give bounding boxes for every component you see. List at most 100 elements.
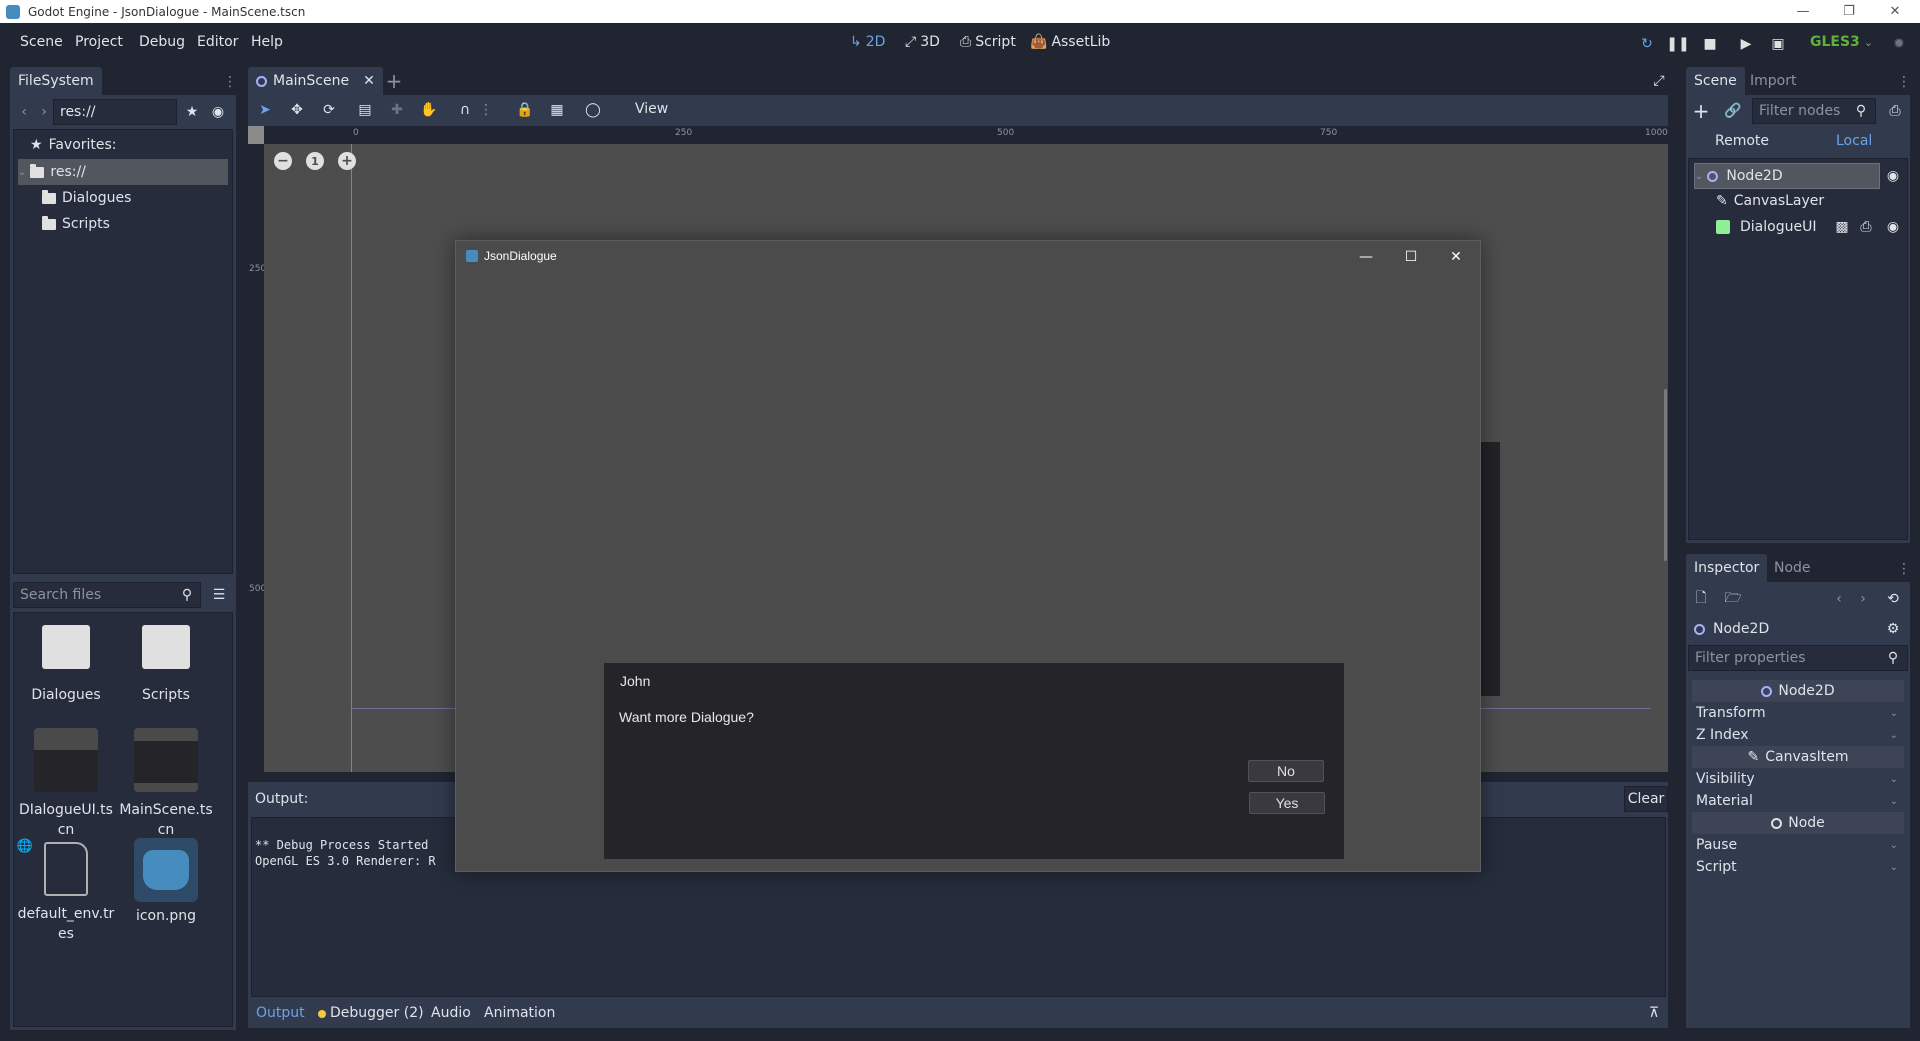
tab-mainscene[interactable]: MainScene ✕	[248, 67, 383, 95]
rotate-mode-icon[interactable]: ⟳	[318, 99, 340, 121]
view-menu[interactable]: View	[635, 101, 668, 117]
restore-button[interactable]: ❐	[1826, 0, 1872, 23]
open-folder-icon[interactable]: 🗁	[1722, 588, 1744, 610]
bone-icon[interactable]: ◯	[582, 99, 604, 121]
tab-animation[interactable]: Animation	[484, 1005, 555, 1021]
game-close-button[interactable]: ✕	[1441, 245, 1471, 269]
tree-item-scripts[interactable]: Scripts	[42, 211, 110, 237]
file-item[interactable]: Dialogues	[16, 625, 116, 703]
list-view-icon[interactable]: ☰	[208, 582, 230, 608]
workspace-script[interactable]: ⎙ Script	[960, 34, 1016, 50]
viewport-scrollbar[interactable]	[1664, 389, 1667, 561]
move-mode-icon[interactable]: ✥	[286, 99, 308, 121]
choice-yes-button[interactable]: Yes	[1249, 792, 1325, 814]
property-material[interactable]: Material ⌄	[1692, 790, 1904, 812]
forward-arrow-icon[interactable]: ›	[1854, 588, 1872, 610]
file-item[interactable]: MainScene.tscn	[116, 728, 216, 840]
workspace-assetlib[interactable]: 👜 AssetLib	[1030, 34, 1110, 50]
property-visibility[interactable]: Visibility ⌄	[1692, 768, 1904, 790]
workspace-2d[interactable]: ↳ 2D	[850, 34, 885, 50]
menu-editor[interactable]: Editor	[197, 34, 238, 50]
add-tab-icon[interactable]: +	[384, 67, 404, 95]
play-custom-scene-icon[interactable]: ▣	[1767, 33, 1789, 55]
pan-mode-icon[interactable]: ✋	[418, 99, 440, 121]
remote-tab[interactable]: Remote	[1715, 133, 1769, 149]
property-pause[interactable]: Pause ⌄	[1692, 834, 1904, 856]
tab-filesystem[interactable]: FileSystem	[10, 67, 102, 95]
tree-node-dialogueui[interactable]: DialogueUI	[1716, 214, 1816, 240]
tab-inspector[interactable]: Inspector	[1686, 554, 1768, 582]
tab-import[interactable]: Import	[1742, 67, 1804, 95]
instance-link-icon[interactable]: 🔗	[1722, 99, 1744, 123]
list-select-icon[interactable]: ▤	[354, 99, 376, 121]
property-script[interactable]: Script ⌄	[1692, 856, 1904, 878]
game-maximize-button[interactable]: ☐	[1396, 245, 1426, 269]
favorites-row[interactable]: ★ Favorites:	[30, 132, 117, 158]
minimize-button[interactable]: —	[1780, 0, 1826, 23]
game-minimize-button[interactable]: —	[1351, 245, 1381, 269]
dock-menu-icon[interactable]: ⋮	[1896, 557, 1912, 581]
file-item[interactable]: default_env.tres	[16, 842, 116, 944]
menu-project[interactable]: Project	[75, 34, 123, 50]
zoom-in-icon[interactable]: +	[338, 152, 356, 170]
attach-script-icon[interactable]: ⎙	[1884, 99, 1906, 123]
close-tab-icon[interactable]: ✕	[363, 73, 375, 89]
pause-icon[interactable]: ❚❚	[1666, 33, 1689, 55]
lock-icon[interactable]: 🔒	[514, 99, 536, 121]
workspace-3d[interactable]: ⤢ 3D	[905, 34, 940, 50]
file-item[interactable]: Scripts	[116, 625, 216, 703]
dock-menu-icon[interactable]: ⋮	[222, 70, 238, 94]
select-mode-icon[interactable]: ➤	[254, 99, 276, 121]
renderer-select[interactable]: GLES3 ⌄	[1810, 34, 1873, 50]
play-scene-icon[interactable]: ▶	[1735, 33, 1757, 55]
close-window-button[interactable]: ✕	[1872, 0, 1918, 23]
instanced-scene-icon[interactable]: ▩	[1832, 216, 1852, 238]
tab-debugger[interactable]: Debugger (2)	[330, 1005, 424, 1021]
dock-menu-icon[interactable]: ⋮	[1896, 70, 1912, 94]
star-icon[interactable]: ★	[182, 100, 202, 124]
file-item[interactable]: icon.png	[116, 838, 216, 924]
reload-icon[interactable]: ↻	[1636, 33, 1658, 55]
expand-panel-icon[interactable]: ⊼	[1645, 1003, 1663, 1023]
tree-item-res[interactable]: ⌄ res://	[18, 159, 228, 185]
search-files-input[interactable]: Search files	[13, 582, 201, 608]
stop-icon[interactable]: ■	[1699, 33, 1721, 55]
back-arrow-icon[interactable]: ‹	[16, 100, 32, 124]
tab-output[interactable]: Output	[256, 1005, 305, 1021]
new-resource-icon[interactable]: 🗋	[1690, 588, 1712, 610]
property-transform[interactable]: Transform ⌄	[1692, 702, 1904, 724]
forward-arrow-icon[interactable]: ›	[36, 100, 52, 124]
tab-node[interactable]: Node	[1766, 554, 1819, 582]
add-node-icon[interactable]: +	[1690, 99, 1712, 123]
visibility-eye-icon[interactable]: ◉	[1882, 216, 1904, 238]
zoom-reset-icon[interactable]: 1	[306, 152, 324, 170]
path-field[interactable]: res://	[53, 99, 177, 125]
filter-properties-input[interactable]: Filter properties	[1688, 645, 1908, 671]
back-arrow-icon[interactable]: ‹	[1830, 588, 1848, 610]
clear-button[interactable]: Clear	[1624, 786, 1668, 812]
game-window[interactable]: JsonDialogue — ☐ ✕ John Want more Dialog…	[455, 240, 1481, 872]
choice-no-button[interactable]: No	[1248, 760, 1324, 782]
eye-icon[interactable]: ◉	[208, 100, 228, 124]
distraction-free-icon[interactable]: ⤢	[1648, 70, 1670, 92]
tree-node-canvaslayer[interactable]: ✎ CanvasLayer	[1716, 188, 1824, 214]
group-icon[interactable]: ▦	[546, 99, 568, 121]
file-item[interactable]: DIalogueUI.tscn	[16, 728, 116, 840]
object-properties-icon[interactable]: ⚙	[1882, 618, 1904, 640]
menu-scene[interactable]: Scene	[20, 34, 63, 50]
snap-options-icon[interactable]: ⋮	[479, 99, 493, 121]
visibility-eye-icon[interactable]: ◉	[1882, 165, 1904, 187]
tree-node-node2d[interactable]: ⌄ Node2D	[1694, 163, 1880, 189]
script-icon[interactable]: ⎙	[1856, 216, 1876, 238]
menu-debug[interactable]: Debug	[139, 34, 185, 50]
menu-help[interactable]: Help	[251, 34, 283, 50]
snap-icon[interactable]: ∩	[454, 99, 476, 121]
tree-item-dialogues[interactable]: Dialogues	[42, 185, 131, 211]
history-icon[interactable]: ⟲	[1882, 588, 1904, 610]
property-z-index[interactable]: Z Index ⌄	[1692, 724, 1904, 746]
tab-scene[interactable]: Scene	[1686, 67, 1745, 95]
zoom-out-icon[interactable]: −	[274, 152, 292, 170]
pivot-mode-icon[interactable]: ✚	[386, 99, 408, 121]
local-tab[interactable]: Local	[1836, 133, 1872, 149]
tab-audio[interactable]: Audio	[431, 1005, 471, 1021]
